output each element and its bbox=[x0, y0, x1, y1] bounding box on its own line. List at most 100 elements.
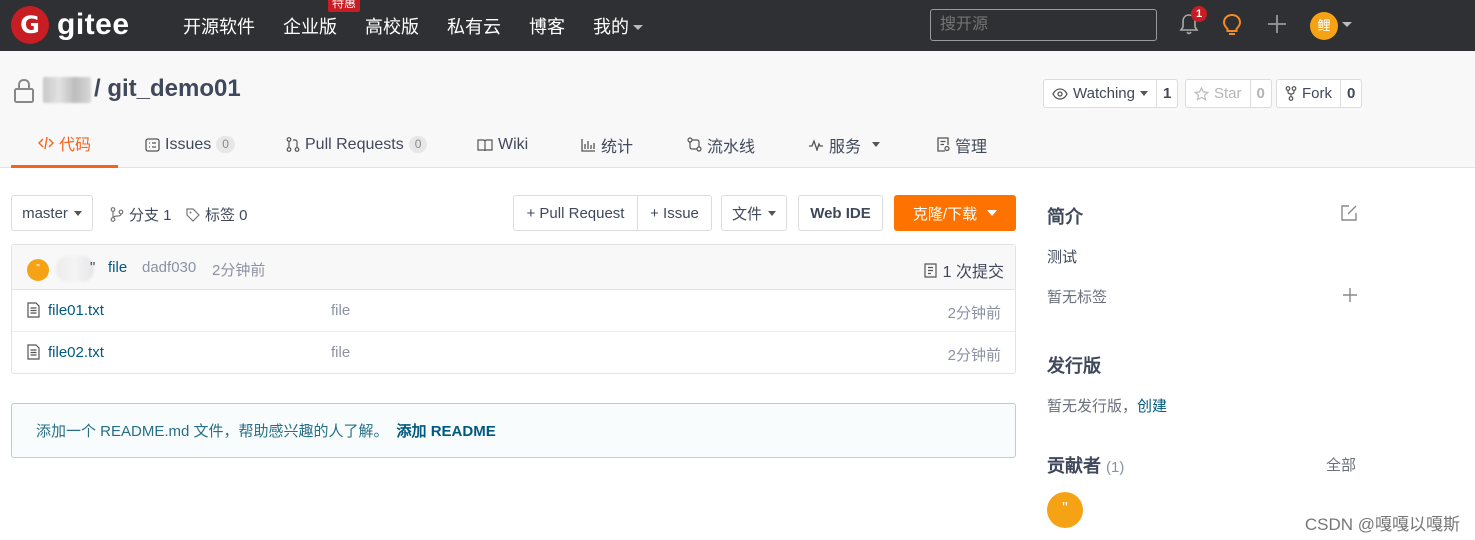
commit-count-label: 1 次提交 bbox=[942, 264, 1004, 281]
watching-label-wrap: Watching bbox=[1044, 80, 1157, 107]
tab-pipeline[interactable]: 流水线 bbox=[687, 121, 755, 168]
top-navbar: G gitee 开源软件 企业版 特惠 高校版 私有云 博客 我的 1 鲤 bbox=[0, 0, 1475, 51]
file-icon bbox=[27, 344, 40, 360]
nav-education[interactable]: 高校版 bbox=[365, 13, 419, 39]
tab-issues-count: 0 bbox=[216, 136, 235, 153]
book-icon bbox=[477, 139, 493, 151]
tab-wiki[interactable]: Wiki bbox=[477, 121, 528, 168]
file-list: " " file dadf030 2分钟前 1 次提交 file01.txt f… bbox=[11, 244, 1016, 374]
star-button[interactable]: Star 0 bbox=[1185, 79, 1272, 108]
table-row[interactable]: file02.txt file 2分钟前 bbox=[12, 332, 1015, 374]
commit-author-redacted bbox=[56, 256, 94, 282]
web-ide-button[interactable]: Web IDE bbox=[798, 195, 883, 231]
file-dropdown-button[interactable]: 文件 bbox=[721, 195, 787, 231]
commit-author-avatar[interactable]: " bbox=[27, 259, 49, 281]
readme-notice: 添加一个 README.md 文件，帮助感兴趣的人了解。 添加 README bbox=[11, 403, 1016, 458]
commit-message[interactable]: file bbox=[108, 259, 127, 276]
logo-text: gitee bbox=[57, 8, 130, 41]
release-line: 暂无发行版，创建 bbox=[1047, 395, 1167, 416]
issues-icon bbox=[145, 137, 160, 152]
tab-code[interactable]: 代码 bbox=[11, 121, 118, 168]
new-pull-request-button[interactable]: + Pull Request bbox=[513, 195, 638, 231]
branches-link[interactable]: 分支 1 bbox=[110, 204, 172, 225]
main-nav: 开源软件 企业版 特惠 高校版 私有云 博客 我的 bbox=[183, 0, 671, 51]
file-time: 2分钟前 bbox=[947, 305, 1001, 322]
nav-open-source[interactable]: 开源软件 bbox=[183, 13, 255, 39]
hot-badge: 特惠 bbox=[328, 0, 361, 12]
star-label-wrap: Star bbox=[1186, 80, 1251, 107]
tab-pipeline-label: 流水线 bbox=[707, 138, 756, 156]
repo-title[interactable]: / git_demo01 bbox=[94, 75, 241, 103]
caret-down-icon bbox=[872, 142, 881, 147]
no-release-text: 暂无发行版， bbox=[1047, 398, 1138, 415]
tags-label: 标签 0 bbox=[205, 207, 248, 224]
bar-chart-icon bbox=[581, 138, 595, 152]
caret-down-icon bbox=[987, 210, 998, 216]
nav-private-cloud[interactable]: 私有云 bbox=[447, 13, 501, 39]
tab-issues[interactable]: Issues 0 bbox=[145, 121, 235, 168]
tags-link[interactable]: 标签 0 bbox=[186, 204, 248, 225]
tab-manage[interactable]: 管理 bbox=[936, 121, 987, 168]
commits-icon bbox=[924, 262, 937, 278]
plus-icon[interactable] bbox=[1266, 13, 1288, 35]
fork-button[interactable]: Fork 0 bbox=[1276, 79, 1363, 108]
file-commit-message[interactable]: file bbox=[331, 302, 350, 319]
fork-icon bbox=[1285, 86, 1297, 101]
caret-down-icon bbox=[768, 210, 776, 216]
tab-services-label: 服务 bbox=[829, 138, 862, 156]
eye-icon bbox=[1052, 87, 1068, 100]
tab-code-label: 代码 bbox=[58, 137, 91, 154]
gitee-logo[interactable]: G gitee bbox=[11, 6, 130, 44]
star-icon bbox=[1194, 86, 1209, 101]
file-commit-message[interactable]: file bbox=[331, 344, 350, 361]
commit-hash[interactable]: dadf030 bbox=[142, 259, 196, 276]
contributor-avatar[interactable]: " bbox=[1047, 492, 1083, 528]
manage-icon bbox=[937, 137, 950, 152]
file-name[interactable]: file01.txt bbox=[48, 302, 104, 319]
fork-count: 0 bbox=[1347, 85, 1356, 102]
file-name[interactable]: file02.txt bbox=[48, 344, 104, 361]
readme-notice-text: 添加一个 README.md 文件，帮助感兴趣的人了解。 bbox=[36, 423, 389, 440]
file-time: 2分钟前 bbox=[947, 347, 1001, 364]
chevron-down-icon[interactable] bbox=[1342, 22, 1352, 27]
repo-header: / git_demo01 Watching 1 Star 0 Fork 0 代码… bbox=[0, 51, 1475, 168]
clone-download-button[interactable]: 克隆/下载 bbox=[894, 195, 1016, 231]
commit-count-link[interactable]: 1 次提交 bbox=[924, 258, 1004, 282]
table-row[interactable]: file01.txt file 2分钟前 bbox=[12, 290, 1015, 332]
tab-stats[interactable]: 统计 bbox=[581, 121, 633, 168]
pipeline-icon bbox=[687, 137, 702, 152]
nav-enterprise[interactable]: 企业版 特惠 bbox=[283, 0, 361, 39]
latest-commit-bar: " " file dadf030 2分钟前 1 次提交 bbox=[12, 245, 1015, 290]
tab-pull-requests[interactable]: Pull Requests 0 bbox=[286, 121, 428, 168]
branch-select[interactable]: master bbox=[11, 195, 93, 231]
add-tag-icon[interactable] bbox=[1342, 287, 1358, 303]
add-readme-link[interactable]: 添加 README bbox=[397, 420, 496, 441]
caret-down-icon bbox=[1139, 91, 1148, 96]
create-release-link[interactable]: 创建 bbox=[1137, 398, 1167, 415]
search-input[interactable] bbox=[930, 9, 1157, 41]
pulse-icon bbox=[809, 138, 823, 151]
new-issue-button[interactable]: + Issue bbox=[637, 195, 712, 231]
file-icon bbox=[27, 302, 40, 318]
lightbulb-icon[interactable] bbox=[1222, 13, 1242, 37]
intro-text: 测试 bbox=[1047, 249, 1078, 266]
intro-title: 简介 bbox=[1047, 207, 1083, 227]
tab-services[interactable]: 服务 bbox=[808, 121, 881, 168]
pull-request-icon bbox=[286, 137, 300, 152]
nav-mine[interactable]: 我的 bbox=[593, 13, 643, 39]
contributors-count: (1) bbox=[1106, 459, 1125, 476]
notification-badge: 1 bbox=[1191, 6, 1207, 22]
tab-manage-label: 管理 bbox=[955, 138, 988, 156]
fork-label-wrap: Fork bbox=[1277, 80, 1341, 107]
nav-blog[interactable]: 博客 bbox=[529, 13, 565, 39]
code-icon bbox=[37, 136, 54, 150]
watching-button[interactable]: Watching 1 bbox=[1043, 79, 1179, 108]
all-contributors-link[interactable]: 全部 bbox=[1326, 454, 1356, 475]
no-tags-text: 暂无标签 bbox=[1047, 289, 1108, 306]
edit-icon[interactable] bbox=[1340, 204, 1358, 222]
user-avatar[interactable]: 鲤 bbox=[1310, 12, 1338, 40]
nav-enterprise-label: 企业版 bbox=[283, 16, 337, 37]
file-dropdown-label: 文件 bbox=[731, 205, 762, 223]
release-title: 发行版 bbox=[1047, 356, 1101, 376]
branches-label: 分支 1 bbox=[129, 207, 172, 224]
